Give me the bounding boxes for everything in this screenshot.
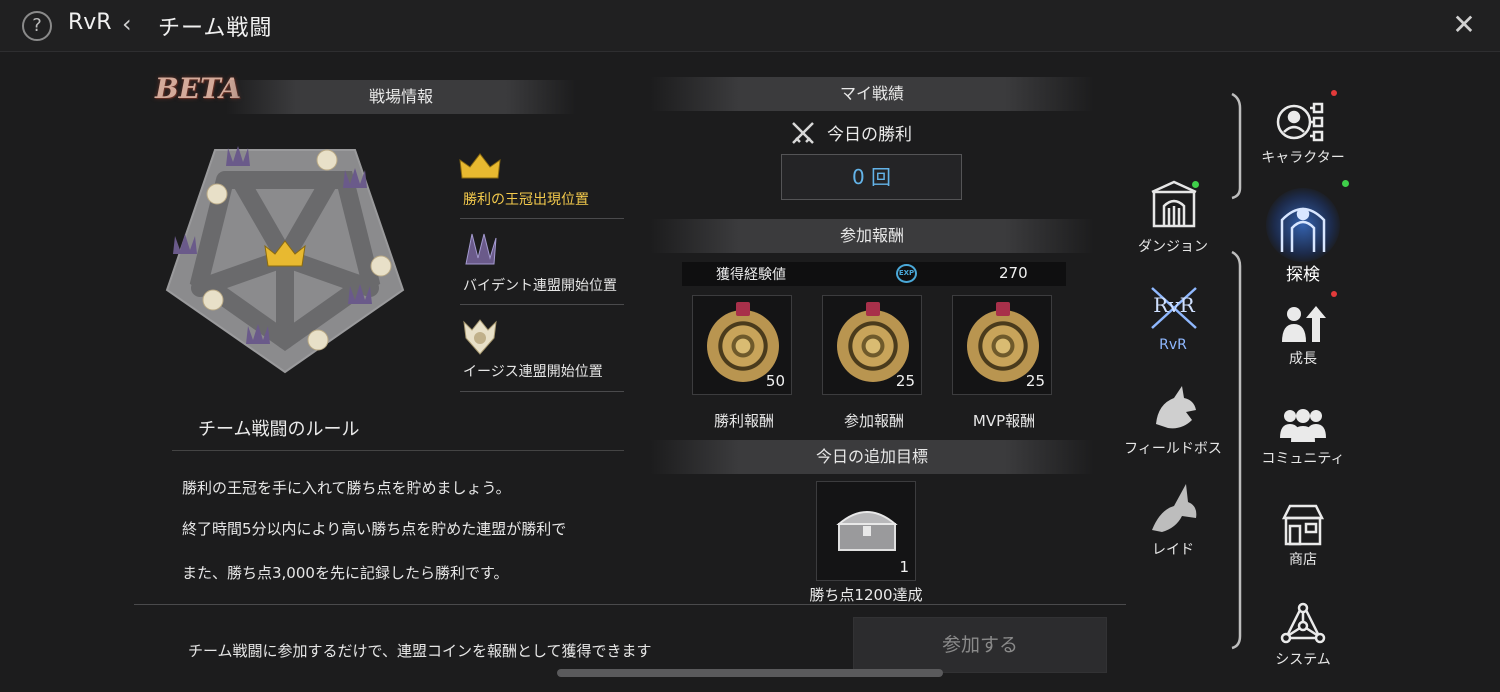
horizontal-scrollbar[interactable]	[557, 669, 943, 677]
aegis-icon	[462, 318, 498, 360]
extra-goal-label: 勝ち点1200達成	[809, 586, 923, 604]
reward-label: 勝利報酬	[713, 412, 774, 430]
extra-goal-heading: 今日の追加目標	[650, 440, 1094, 474]
exp-label: 獲得経験値	[716, 267, 786, 283]
back-chevron-icon[interactable]: ‹	[122, 10, 132, 38]
notification-dot	[1342, 180, 1349, 187]
nav-growth[interactable]: 成長	[1252, 348, 1354, 368]
character-icon	[1276, 100, 1330, 148]
community-icon	[1278, 408, 1328, 448]
raid-dragon-icon	[1146, 480, 1202, 540]
rules-title: チーム戦闘のルール	[198, 419, 360, 440]
crown-icon	[458, 152, 502, 186]
sub-nav-field-boss[interactable]: フィールドボス	[1112, 438, 1234, 458]
system-network-icon	[1280, 602, 1326, 650]
close-icon[interactable]: ✕	[1450, 10, 1478, 40]
exp-value: 270	[999, 264, 1028, 282]
help-icon[interactable]: ?	[22, 11, 52, 41]
today-wins-value: 0 回	[781, 154, 962, 200]
rule-line: 終了時間5分以内により高い勝ち点を貯めた連盟が勝利で	[182, 520, 567, 538]
legend-label: 勝利の王冠出現位置	[463, 192, 589, 208]
rewards-heading: 参加報酬	[650, 219, 1094, 253]
legend-item-bident: バイデント連盟開始位置	[460, 272, 624, 305]
breadcrumb-root[interactable]: RvR	[68, 10, 112, 35]
rule-line: 勝利の王冠を手に入れて勝ち点を貯めましょう。	[182, 479, 511, 497]
reward-qty: 25	[895, 372, 915, 390]
svg-text:RvR: RvR	[1153, 293, 1195, 317]
crossed-swords-icon	[790, 120, 816, 150]
exp-row: 獲得経験値 EXP 270	[682, 262, 1066, 286]
reward-label: 参加報酬	[843, 412, 904, 430]
legend-item-crown: 勝利の王冠出現位置	[460, 186, 624, 219]
join-button[interactable]: 参加する	[853, 617, 1107, 673]
reward-label: MVP報酬	[972, 412, 1036, 430]
reward-item-victory[interactable]: 50	[692, 295, 792, 395]
legend-label: イージス連盟開始位置	[463, 364, 603, 380]
participation-note: チーム戦闘に参加するだけで、連盟コインを報酬として獲得できます	[188, 642, 652, 660]
ribbon-icon	[866, 302, 880, 316]
legend-item-aegis: イージス連盟開始位置	[460, 358, 624, 392]
nav-system[interactable]: システム	[1252, 649, 1354, 669]
nav-explore[interactable]: 探検	[1252, 260, 1354, 285]
sub-nav-dungeon[interactable]: ダンジョン	[1124, 236, 1222, 256]
sub-nav-raid[interactable]: レイド	[1124, 539, 1222, 559]
dragon-head-icon	[1148, 384, 1200, 438]
extra-goal-reward[interactable]: 1	[816, 481, 916, 581]
treasure-chest-icon	[836, 511, 898, 551]
reward-qty: 25	[1025, 372, 1045, 390]
dungeon-gate-icon	[1150, 178, 1198, 234]
shop-icon	[1280, 502, 1326, 552]
nav-character[interactable]: キャラクター	[1250, 147, 1356, 167]
rule-line: また、勝ち点3,000を先に記録したら勝利です。	[182, 564, 509, 582]
my-record-heading: マイ戦績	[650, 77, 1094, 111]
page-title: チーム戦闘	[158, 16, 273, 41]
bident-icon	[462, 230, 498, 272]
ribbon-icon	[996, 302, 1010, 316]
battlefield-map	[165, 146, 405, 374]
exp-icon: EXP	[896, 264, 917, 283]
notification-dot	[1331, 291, 1337, 297]
reward-qty: 50	[765, 372, 785, 390]
growth-icon	[1280, 304, 1326, 348]
reward-qty: 1	[899, 558, 909, 576]
notification-dot	[1331, 90, 1337, 96]
explore-gate-icon	[1276, 194, 1330, 258]
reward-item-mvp[interactable]: 25	[952, 295, 1052, 395]
sub-nav-rvr[interactable]: RvR	[1124, 337, 1222, 353]
legend-label: バイデント連盟開始位置	[463, 278, 617, 294]
ribbon-icon	[736, 302, 750, 316]
nav-community[interactable]: コミュニティ	[1244, 448, 1362, 468]
reward-item-participation[interactable]: 25	[822, 295, 922, 395]
divider	[172, 450, 624, 451]
notification-dot	[1192, 181, 1199, 188]
rvr-crossed-swords-icon: RvR	[1148, 284, 1200, 336]
today-wins-label: 今日の勝利	[827, 125, 912, 145]
nav-bracket	[1231, 92, 1242, 650]
nav-shop[interactable]: 商店	[1252, 549, 1354, 569]
battlefield-info-heading: 戦場情報	[226, 80, 576, 114]
divider	[134, 604, 1126, 605]
